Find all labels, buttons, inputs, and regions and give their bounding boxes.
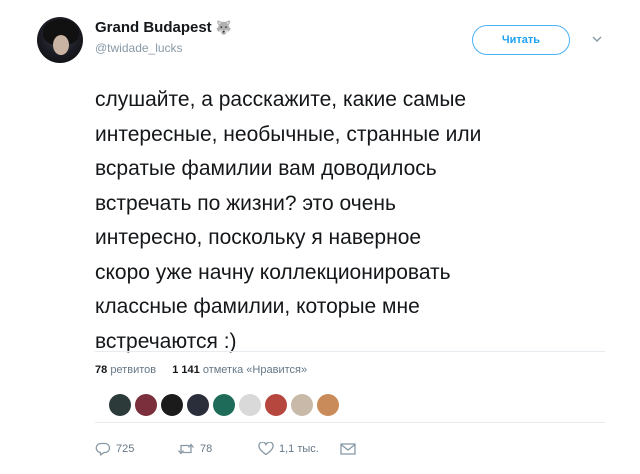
- tweet-line: классные фамилии, которые мне: [95, 295, 420, 318]
- tweet-line: всратые фамилии вам доводилось: [95, 157, 437, 180]
- follow-button[interactable]: Читать: [472, 25, 570, 55]
- liker-avatars: [109, 394, 339, 416]
- tweet-line: интересные, необычные, странные или: [95, 122, 482, 146]
- liker-avatar[interactable]: [161, 394, 183, 416]
- chevron-down-icon[interactable]: [592, 34, 602, 44]
- display-name[interactable]: Grand Budapest 🐺: [95, 19, 232, 36]
- direct-message-button[interactable]: [340, 440, 356, 458]
- retweet-count: 78: [200, 443, 213, 455]
- liker-avatar[interactable]: [265, 394, 287, 416]
- wolf-emoji-icon: 🐺: [215, 20, 232, 35]
- divider: [95, 422, 605, 423]
- display-name-text[interactable]: Grand Budapest: [95, 19, 212, 36]
- retweets-label[interactable]: ретвитов: [110, 364, 156, 376]
- liker-avatar[interactable]: [187, 394, 209, 416]
- retweet-button[interactable]: 78: [177, 440, 212, 458]
- tweet-card: Grand Budapest 🐺 @twidade_lucks Читать сл…: [0, 0, 640, 474]
- tweet-line: встречать по жизни? это очень: [95, 191, 396, 215]
- envelope-icon: [340, 443, 356, 455]
- tweet-line: встречаются :): [95, 329, 237, 353]
- liker-avatar[interactable]: [135, 394, 157, 416]
- liker-avatar[interactable]: [109, 394, 131, 416]
- liker-avatar[interactable]: [291, 394, 313, 416]
- engagement-stats: 78 ретвитов 1 141 отметка «Нравится»: [95, 364, 307, 376]
- user-handle[interactable]: @twidade_lucks: [95, 41, 183, 55]
- tweet-line: слушайте, а расскажите, какие самые: [95, 88, 467, 111]
- retweet-icon: [178, 443, 194, 455]
- liker-avatar[interactable]: [213, 394, 235, 416]
- liker-avatar[interactable]: [239, 394, 261, 416]
- reply-count: 725: [116, 443, 135, 455]
- retweets-count[interactable]: 78: [95, 364, 107, 376]
- heart-icon: [258, 442, 274, 456]
- likes-label[interactable]: отметка «Нравится»: [203, 364, 307, 376]
- like-button[interactable]: 1,1 тыс.: [258, 440, 319, 458]
- liker-avatar[interactable]: [317, 394, 339, 416]
- like-count: 1,1 тыс.: [279, 443, 319, 455]
- reply-icon: [95, 442, 111, 456]
- divider: [95, 351, 605, 352]
- tweet-line: интересно, поскольку я наверное: [95, 226, 422, 249]
- tweet-line: скоро уже начну коллекционировать: [95, 260, 451, 284]
- likes-count[interactable]: 1 141: [172, 364, 200, 376]
- avatar[interactable]: [37, 17, 83, 63]
- tweet-text: слушайте, а расскажите, какие самые инте…: [95, 83, 595, 359]
- reply-button[interactable]: 725: [95, 440, 134, 458]
